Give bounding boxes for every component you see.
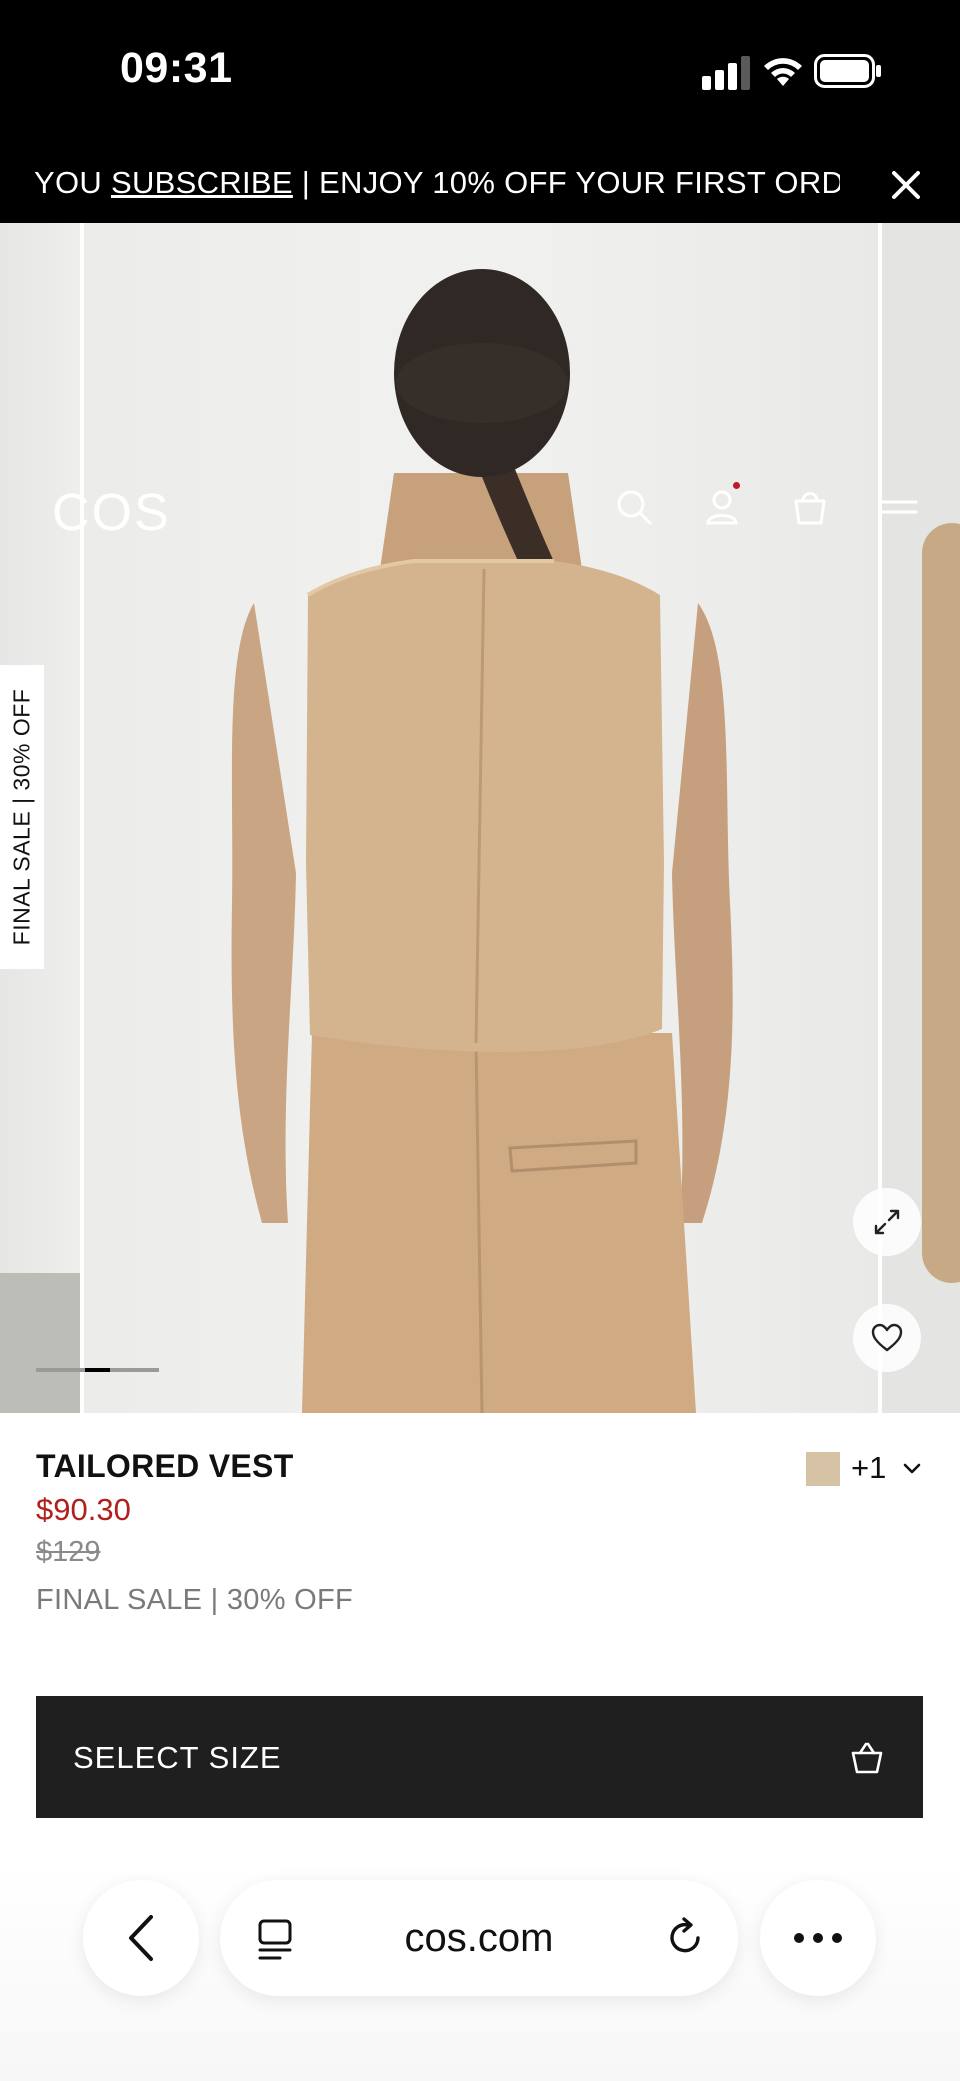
status-bar: 09:31 (0, 0, 960, 145)
cos-logo[interactable]: COS (52, 483, 171, 543)
promo-close-button[interactable] (886, 165, 926, 205)
promo-text: YOU SUBSCRIBE | ENJOY 10% OFF YOUR FIRST… (34, 165, 840, 201)
browser-back-button[interactable] (83, 1880, 199, 1996)
subscribe-link[interactable]: SUBSCRIBE (111, 165, 293, 200)
account-notification-dot (733, 482, 740, 489)
floor (0, 1273, 80, 1413)
sale-tag-label: FINAL SALE | 30% OFF (8, 688, 35, 946)
product-name: TAILORED VEST (36, 1448, 294, 1484)
menu-icon (878, 500, 918, 514)
status-time: 09:31 (120, 44, 233, 92)
original-price: $129 (36, 1536, 101, 1568)
basket-icon (851, 1742, 883, 1774)
product-gallery[interactable]: COS (0, 223, 960, 1413)
model-illustration (231, 269, 733, 1413)
gallery-progress (36, 1368, 159, 1372)
reload-icon[interactable] (664, 1916, 708, 1960)
extra-colors-count: +1 (851, 1450, 887, 1485)
browser-more-button[interactable] (760, 1880, 876, 1996)
address-bar[interactable]: cos.com (220, 1880, 738, 1996)
chevron-left-icon (129, 1915, 153, 1961)
sale-label: FINAL SALE | 30% OFF (36, 1584, 354, 1616)
select-size-button[interactable]: SELECT SIZE (36, 1696, 923, 1818)
cellular-signal-icon (702, 56, 750, 90)
expand-icon (874, 1209, 900, 1235)
menu-button[interactable] (876, 485, 920, 529)
close-icon (892, 171, 920, 199)
wifi-icon (764, 58, 802, 86)
account-icon (706, 490, 738, 525)
color-swatch[interactable] (806, 1452, 840, 1486)
search-button[interactable] (612, 485, 656, 529)
status-icons (692, 50, 882, 94)
bag-icon (794, 492, 826, 525)
wishlist-button[interactable] (853, 1304, 921, 1372)
heart-icon (871, 1323, 903, 1352)
bag-button[interactable] (788, 485, 832, 529)
next-image-edge (922, 523, 960, 1283)
gallery-progress-fill (85, 1368, 110, 1372)
expand-image-button[interactable] (853, 1188, 921, 1256)
select-size-label: SELECT SIZE (73, 1740, 282, 1775)
promo-prefix: YOU (34, 165, 111, 200)
search-icon (617, 490, 652, 525)
sale-price: $90.30 (36, 1492, 131, 1527)
promo-banner: YOU SUBSCRIBE | ENJOY 10% OFF YOUR FIRST… (0, 145, 960, 223)
browser-toolbar: cos.com (0, 1860, 960, 2081)
browser-url: cos.com (404, 1916, 554, 1960)
chevron-down-icon (903, 1463, 921, 1474)
account-button[interactable] (700, 485, 744, 529)
more-icon (794, 1933, 842, 1943)
sale-tag: FINAL SALE | 30% OFF (0, 665, 44, 969)
battery-icon (814, 54, 881, 88)
promo-suffix: | ENJOY 10% OFF YOUR FIRST ORDER (292, 165, 840, 200)
